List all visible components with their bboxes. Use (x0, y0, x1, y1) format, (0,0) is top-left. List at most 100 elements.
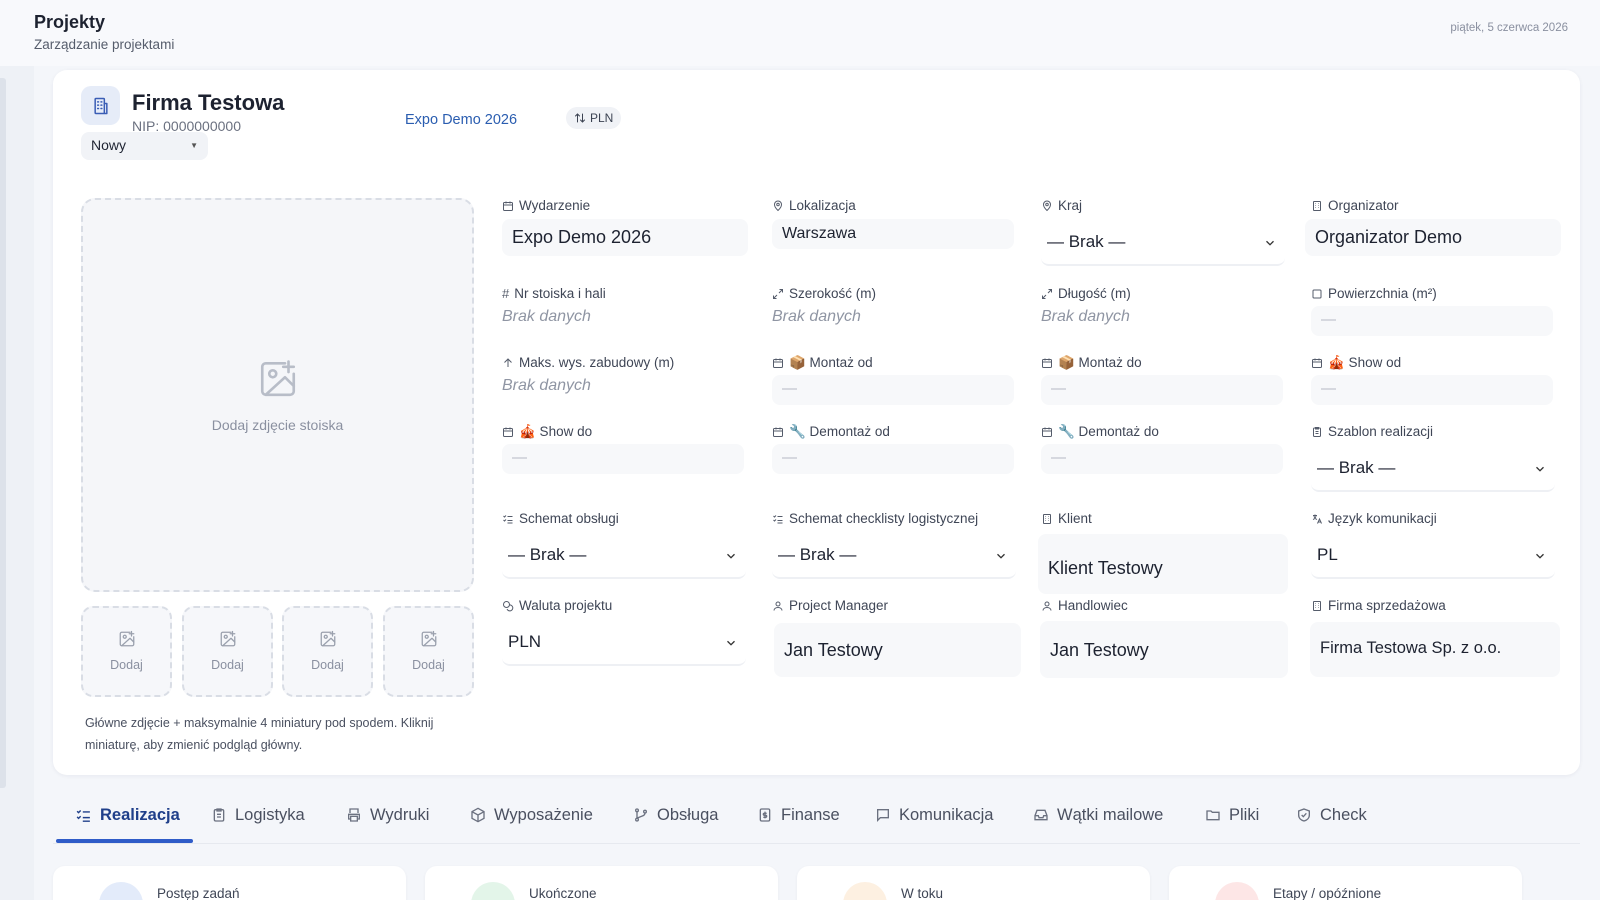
label-wydarzenie: Wydarzenie (502, 198, 590, 213)
dlugosc-field[interactable]: Brak danych (1041, 308, 1130, 326)
handlowiec-field[interactable]: Jan Testowy (1040, 621, 1288, 678)
kraj-select[interactable]: — Brak — (1041, 220, 1285, 266)
git-branch-icon (635, 808, 647, 822)
add-image-icon (119, 630, 135, 647)
translate-icon (1312, 514, 1322, 524)
demontaz-od-field[interactable]: — (772, 444, 1014, 474)
szerokosc-field[interactable]: Brak danych (772, 308, 861, 326)
add-image-icon (220, 630, 236, 647)
building-icon (1043, 513, 1051, 524)
tab-pliki[interactable]: Pliki (1205, 786, 1259, 844)
tab-bar: Realizacja Logistyka Wydruki Wyposażenie… (53, 786, 1580, 844)
label-montaz-do: 📦 Montaż do (1041, 355, 1142, 371)
chevron-down-icon (727, 640, 735, 646)
tab-logistyka[interactable]: Logistyka (211, 786, 305, 844)
main-photo-dropzone[interactable]: Dodaj zdjęcie stoiska (81, 198, 474, 592)
stat-label: W toku (901, 886, 944, 900)
waluta-value: PLN (508, 632, 542, 651)
tab-check[interactable]: Check (1296, 786, 1367, 844)
add-image-icon (421, 630, 437, 647)
organizator-field[interactable]: Organizator Demo (1305, 219, 1561, 256)
expand-icon (1042, 288, 1052, 299)
calendar-icon (1312, 358, 1322, 368)
tab-wydruki[interactable]: Wydruki (346, 786, 429, 844)
current-date: piątek, 5 czerwca 2026 (1450, 22, 1568, 34)
event-link[interactable]: Expo Demo 2026 (405, 112, 517, 128)
jezyk-select[interactable]: PL (1311, 533, 1555, 579)
status-select[interactable]: Nowy ▼ (81, 132, 208, 160)
clock-icon (843, 882, 887, 900)
label-show-do: 🎪 Show do (502, 424, 592, 440)
tab-wyposazenie[interactable]: Wyposażenie (470, 786, 593, 844)
folder-icon (1206, 810, 1220, 821)
schemat-checklisty-select[interactable]: — Brak — (772, 533, 1016, 579)
show-do-field[interactable]: — (502, 444, 744, 474)
thumbnail-slot[interactable]: Dodaj (182, 606, 273, 697)
stat-label: Ukończone (529, 886, 597, 900)
wydarzenie-field[interactable]: Expo Demo 2026 (502, 219, 748, 256)
target-icon (99, 882, 143, 900)
thumbnail-slot[interactable]: Dodaj (383, 606, 474, 697)
label-demontaz-do: 🔧 Demontaż do (1041, 424, 1159, 440)
caret-down-icon: ▼ (190, 141, 198, 150)
label-szerokosc: Szerokość (m) (772, 286, 876, 301)
firma-sprzedazowa-field[interactable]: Firma Testowa Sp. z o.o. (1310, 622, 1560, 677)
montaz-do-field[interactable]: — (1041, 375, 1283, 405)
message-icon (877, 809, 889, 822)
thumbnail-slot[interactable]: Dodaj (81, 606, 172, 697)
show-od-field[interactable]: — (1311, 375, 1553, 405)
label-organizator: Organizator (1311, 198, 1399, 213)
expand-icon (773, 288, 783, 299)
demontaz-do-field[interactable]: — (1041, 444, 1283, 474)
project-manager-field[interactable]: Jan Testowy (774, 623, 1021, 677)
label-lokalizacja: Lokalizacja (772, 198, 856, 213)
jezyk-value: PL (1317, 545, 1338, 564)
label-firma-sprzedazowa: Firma sprzedażowa (1311, 598, 1446, 613)
add-image-icon (320, 630, 336, 647)
schemat-obslugi-select[interactable]: — Brak — (502, 533, 746, 579)
left-scrollbar[interactable] (0, 78, 6, 788)
label-jezyk: Język komunikacji (1311, 511, 1437, 526)
nr-stoiska-field[interactable]: Brak danych (502, 308, 591, 326)
calendar-icon (503, 427, 513, 437)
stat-card-w-toku: W toku (797, 866, 1150, 900)
stat-card-postep: Postęp zadań (53, 866, 406, 900)
lokalizacja-field[interactable]: Warszawa (772, 219, 1014, 249)
tab-label: Wątki mailowe (1057, 805, 1164, 824)
list-check-icon (503, 514, 513, 523)
label-klient: Klient (1041, 511, 1092, 526)
map-pin-icon (1042, 200, 1052, 211)
dollar-file-icon (759, 808, 771, 822)
tab-obsluga[interactable]: Obsługa (633, 786, 718, 844)
company-name: Firma Testowa (132, 90, 285, 115)
building-icon (1313, 200, 1321, 211)
square-icon (1312, 289, 1322, 298)
label-waluta: Waluta projektu (502, 598, 612, 613)
label-montaz-od: 📦 Montaż od (772, 355, 873, 371)
list-check-icon (773, 514, 783, 523)
label-kraj: Kraj (1041, 198, 1082, 213)
montaz-od-field[interactable]: — (772, 375, 1014, 405)
clipboard-icon (1313, 426, 1321, 437)
tab-finanse[interactable]: Finanse (757, 786, 840, 844)
inbox-icon (1034, 809, 1048, 821)
schemat-obslugi-value: — Brak — (508, 545, 587, 564)
calendar-icon (773, 427, 783, 437)
waluta-select[interactable]: PLN (502, 620, 746, 666)
chevron-down-icon (1266, 240, 1274, 246)
thumbnail-label: Dodaj (311, 658, 344, 672)
maks-wys-field[interactable]: Brak danych (502, 377, 591, 395)
tab-label: Wydruki (370, 805, 430, 824)
calendar-icon (773, 358, 783, 368)
tab-watki-mailowe[interactable]: Wątki mailowe (1033, 786, 1163, 844)
tab-label: Check (1320, 805, 1367, 824)
tab-komunikacja[interactable]: Komunikacja (875, 786, 993, 844)
powierzchnia-field[interactable]: — (1311, 306, 1553, 336)
stat-card-ukonczone: Ukończone (425, 866, 778, 900)
klient-field[interactable]: Klient Testowy (1038, 534, 1288, 594)
thumbnail-slot[interactable]: Dodaj (282, 606, 373, 697)
main-photo-label: Dodaj zdjęcie stoiska (211, 417, 344, 433)
label-szablon: Szablon realizacji (1311, 424, 1433, 439)
szablon-select[interactable]: — Brak — (1311, 446, 1555, 492)
tab-realizacja[interactable]: Realizacja (75, 786, 180, 844)
